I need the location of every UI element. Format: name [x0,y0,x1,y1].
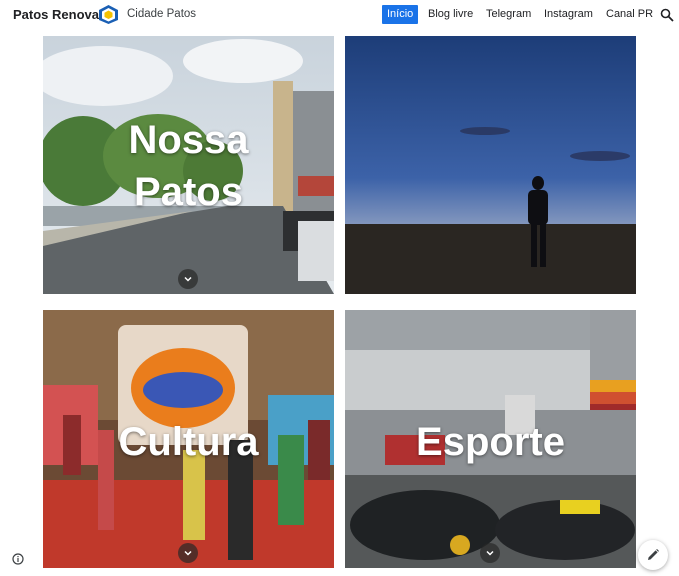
tile-nossa-patos[interactable]: Nossa Patos [43,36,334,294]
sunset-silhouette-photo [345,36,636,294]
search-icon[interactable] [660,8,674,22]
nav-telegram[interactable]: Telegram [486,5,531,24]
site-subtitle[interactable]: Cidade Patos [127,8,196,20]
pencil-icon [648,549,659,560]
tile-title: Esporte [416,420,565,464]
city-street-photo [43,36,334,294]
nav-inicio[interactable]: Início [382,5,419,24]
tile-title-line2: Patos [134,170,243,214]
edit-button[interactable] [638,540,668,570]
site-logo-icon[interactable] [98,4,119,25]
info-icon[interactable] [12,553,24,565]
tile-title: Cultura [118,420,259,464]
chevron-down-icon[interactable] [178,269,198,289]
top-bar: Patos Renovada Cidade Patos Início Blog … [0,0,679,30]
tile-esporte[interactable]: Esporte [345,310,636,568]
chevron-down-icon[interactable] [178,543,198,563]
chevron-down-icon[interactable] [480,543,500,563]
tile-sunset[interactable] [345,36,636,294]
tile-title-line1: Nossa [128,118,249,162]
nav-blog-livre[interactable]: Blog livre [428,5,473,24]
nav-instagram[interactable]: Instagram [544,5,593,24]
nav-canal-pr[interactable]: Canal PR [606,5,653,24]
tile-cultura[interactable]: Cultura [43,310,334,568]
